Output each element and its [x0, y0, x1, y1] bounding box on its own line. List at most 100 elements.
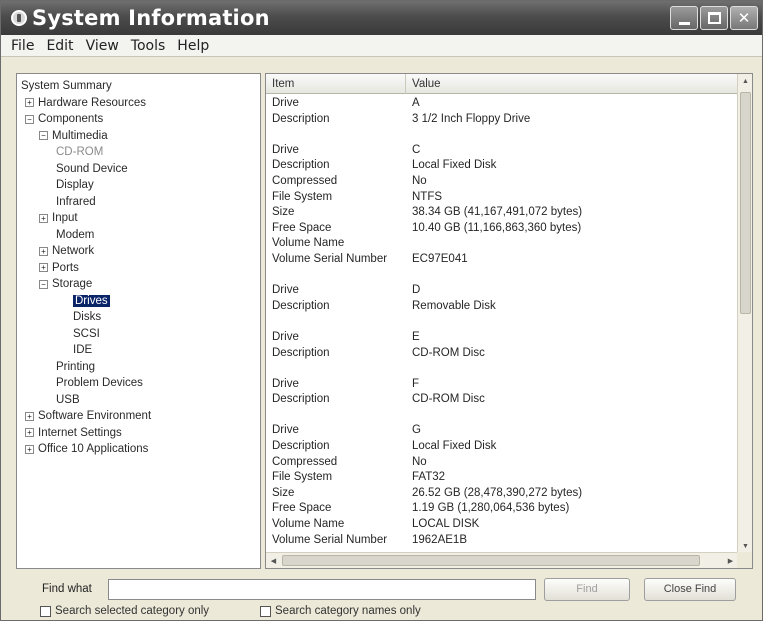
tree-item-display[interactable]: Display [17, 177, 260, 194]
table-row[interactable]: File System FAT32 [266, 470, 738, 486]
tree-item-system-summary[interactable]: System Summary [17, 78, 260, 95]
table-row[interactable]: Drive F [266, 377, 738, 393]
expand-icon[interactable]: + [39, 263, 48, 273]
search-selected-category-checkbox[interactable]: Search selected category only [40, 605, 209, 617]
menu-edit[interactable]: Edit [40, 38, 79, 54]
tree-item-label: Software Environment [38, 410, 152, 422]
table-row[interactable]: Volume Serial Number EC97E041 [266, 252, 738, 268]
collapse-icon[interactable]: − [39, 279, 48, 289]
tree-item-multimedia[interactable]: − Multimedia [17, 128, 260, 145]
vertical-scrollbar[interactable]: ▲ ▼ [737, 74, 752, 554]
tree-item-input[interactable]: + Input [17, 210, 260, 227]
scroll-up-icon[interactable]: ▲ [738, 74, 752, 89]
tree-item-drives[interactable]: Drives [17, 293, 260, 310]
tree-item-scsi[interactable]: SCSI [17, 326, 260, 343]
table-row[interactable]: Compressed No [266, 455, 738, 471]
expand-icon[interactable]: + [25, 411, 34, 421]
tree-item-network[interactable]: + Network [17, 243, 260, 260]
close-button[interactable]: ✕ [730, 6, 758, 30]
table-row[interactable]: Volume Name LOCAL DISK [266, 517, 738, 533]
table-row-spacer[interactable] [266, 314, 738, 330]
checkbox-icon[interactable] [260, 605, 271, 617]
tree-item-infrared[interactable]: Infrared [17, 194, 260, 211]
tree-item-label: Office 10 Applications [38, 443, 149, 455]
collapse-icon[interactable]: − [25, 114, 34, 124]
item-cell: Drive [272, 284, 299, 297]
tree-item-modem[interactable]: Modem [17, 227, 260, 244]
tree-item-ports[interactable]: + Ports [17, 260, 260, 277]
vertical-scroll-thumb[interactable] [740, 92, 751, 314]
search-category-names-checkbox[interactable]: Search category names only [260, 605, 421, 617]
category-tree[interactable]: System Summary + Hardware Resources − Compon… [16, 73, 261, 569]
table-row-spacer[interactable] [266, 268, 738, 284]
value-cell: 26.52 GB (28,478,390,272 bytes) [412, 486, 583, 499]
horizontal-scrollbar[interactable]: ◀ ▶ [266, 552, 738, 568]
table-row[interactable]: Drive G [266, 423, 738, 439]
maximize-button[interactable] [700, 6, 728, 30]
menu-view[interactable]: View [80, 38, 125, 54]
tree-item-storage[interactable]: − Storage [17, 276, 260, 293]
tree-item-software-environment[interactable]: + Software Environment [17, 408, 260, 425]
item-cell: Volume Name [272, 237, 345, 250]
table-row[interactable]: Drive D [266, 283, 738, 299]
column-header-item[interactable]: Item [266, 74, 406, 94]
table-row[interactable]: Drive E [266, 330, 738, 346]
tree-item-printing[interactable]: Printing [17, 359, 260, 376]
table-row[interactable]: Compressed No [266, 174, 738, 190]
item-cell: Volume Name [272, 518, 345, 531]
table-row-spacer[interactable] [266, 361, 738, 377]
tree-item-internet-settings[interactable]: + Internet Settings [17, 425, 260, 442]
table-row-spacer[interactable] [266, 127, 738, 143]
menu-tools[interactable]: Tools [125, 38, 172, 54]
close-find-button[interactable]: Close Find [644, 578, 736, 601]
value-cell: NTFS [412, 190, 443, 203]
menu-file[interactable]: File [5, 38, 40, 54]
tree-item-hardware-resources[interactable]: + Hardware Resources [17, 95, 260, 112]
tree-item-problem-devices[interactable]: Problem Devices [17, 375, 260, 392]
expand-icon[interactable]: + [25, 444, 34, 454]
checkbox-icon[interactable] [40, 605, 51, 617]
column-header-value[interactable]: Value [406, 74, 738, 94]
table-row[interactable]: Volume Name [266, 236, 738, 252]
expand-icon[interactable]: + [25, 98, 34, 108]
list-body: Drive A Description 3 1/2 Inch Floppy Drive… [266, 96, 738, 552]
title-bar[interactable]: System Information ✕ [1, 1, 762, 35]
tree-item-office-10-applications[interactable]: + Office 10 Applications [17, 441, 260, 458]
value-cell: Local Fixed Disk [412, 440, 497, 453]
tree-item-cd-rom[interactable]: CD-ROM [17, 144, 260, 161]
tree-item-components[interactable]: − Components [17, 111, 260, 128]
find-what-input[interactable] [108, 579, 536, 600]
table-row[interactable]: Size 26.52 GB (28,478,390,272 bytes) [266, 486, 738, 502]
find-button[interactable]: Find [544, 578, 630, 601]
value-cell: No [412, 455, 427, 468]
tree-item-usb[interactable]: USB [17, 392, 260, 409]
table-row[interactable]: Volume Serial Number 1962AE1B [266, 533, 738, 549]
horizontal-scroll-thumb[interactable] [282, 555, 700, 566]
table-row[interactable]: Free Space 1.19 GB (1,280,064,536 bytes) [266, 501, 738, 517]
value-cell: 1962AE1B [412, 533, 467, 546]
expand-icon[interactable]: + [39, 246, 48, 256]
table-row[interactable]: Drive A [266, 96, 738, 112]
menu-help[interactable]: Help [171, 38, 215, 54]
scroll-right-icon[interactable]: ▶ [723, 553, 738, 568]
table-row[interactable]: Free Space 10.40 GB (11,166,863,360 bytes… [266, 221, 738, 237]
expand-icon[interactable]: + [25, 428, 34, 438]
table-row[interactable]: Description CD-ROM Disc [266, 346, 738, 362]
table-row[interactable]: Size 38.34 GB (41,167,491,072 bytes) [266, 205, 738, 221]
table-row[interactable]: Description Local Fixed Disk [266, 439, 738, 455]
table-row[interactable]: Description Local Fixed Disk [266, 158, 738, 174]
minimize-button[interactable] [670, 6, 698, 30]
tree-item-disks[interactable]: Disks [17, 309, 260, 326]
table-row-spacer[interactable] [266, 408, 738, 424]
expand-icon[interactable]: + [39, 213, 48, 223]
table-row[interactable]: Description Removable Disk [266, 299, 738, 315]
tree-item-ide[interactable]: IDE [17, 342, 260, 359]
collapse-icon[interactable]: − [39, 131, 48, 141]
tree-item-sound-device[interactable]: Sound Device [17, 161, 260, 178]
table-row[interactable]: Drive C [266, 143, 738, 159]
table-row[interactable]: File System NTFS [266, 190, 738, 206]
tree-item-label: Problem Devices [56, 377, 143, 389]
table-row[interactable]: Description CD-ROM Disc [266, 392, 738, 408]
scroll-left-icon[interactable]: ◀ [266, 553, 281, 568]
table-row[interactable]: Description 3 1/2 Inch Floppy Drive [266, 112, 738, 128]
